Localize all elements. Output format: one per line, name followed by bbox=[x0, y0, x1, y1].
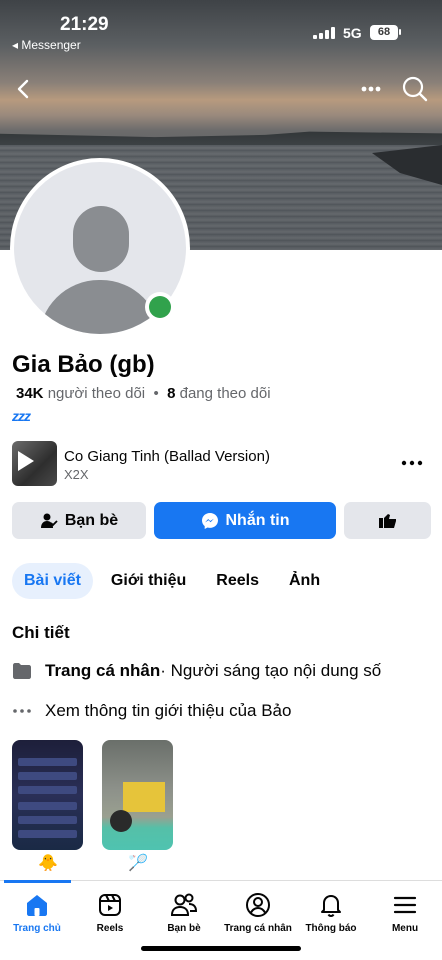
profile-name: Gia Bảo (gb) bbox=[12, 351, 155, 378]
tab-posts[interactable]: Bài viết bbox=[12, 563, 93, 599]
friend-check-icon bbox=[40, 513, 58, 528]
ellipsis-icon bbox=[361, 86, 381, 92]
see-intro-label: Xem thông tin giới thiệu của Bảo bbox=[45, 701, 292, 720]
network-label: 5G bbox=[343, 25, 362, 41]
nav-reels-label: Reels bbox=[96, 923, 124, 934]
friends-button-label: Bạn bè bbox=[64, 511, 119, 529]
stats-separator: • bbox=[153, 385, 159, 402]
reels-icon bbox=[70, 891, 150, 919]
search-icon bbox=[402, 76, 428, 102]
music-title: Co Giang Tinh (Ballad Version) bbox=[64, 448, 270, 465]
featured-story-2[interactable] bbox=[102, 740, 173, 850]
nav-profile[interactable]: Trang cá nhân bbox=[218, 891, 298, 934]
thumbs-up-icon bbox=[378, 513, 396, 528]
friends-icon bbox=[144, 891, 224, 919]
following-label[interactable]: đang theo dõi bbox=[180, 385, 271, 402]
back-to-app-link[interactable]: ◂ Messenger bbox=[12, 38, 81, 52]
nav-menu-label: Menu bbox=[391, 923, 419, 934]
featured-2-emoji: 🏸 bbox=[128, 855, 148, 872]
following-count[interactable]: 8 bbox=[167, 385, 175, 402]
online-status-dot bbox=[145, 292, 175, 322]
status-time: 21:29 bbox=[60, 14, 109, 35]
nav-menu[interactable]: Menu bbox=[365, 891, 442, 934]
ellipsis-icon bbox=[401, 460, 423, 466]
music-artist: X2X bbox=[64, 467, 89, 482]
nav-notifications-label: Thông báo bbox=[305, 923, 357, 934]
tab-about[interactable]: Giới thiệu bbox=[99, 563, 198, 599]
featured-1-emoji: 🐥 bbox=[38, 855, 58, 872]
detail-page-type: Trang cá nhân · Người sáng tạo nội dung … bbox=[12, 659, 381, 683]
nav-friends[interactable]: Bạn bè bbox=[144, 891, 224, 934]
menu-icon bbox=[365, 891, 442, 919]
follow-stats: 34K người theo dõi • 8 đang theo dõi bbox=[16, 385, 271, 402]
ellipsis-icon bbox=[12, 701, 32, 721]
status-bar: 21:29 ◂ Messenger 5G 68 bbox=[0, 0, 442, 60]
battery-cap bbox=[399, 29, 401, 35]
profile-music[interactable]: Co Giang Tinh (Ballad Version) X2X bbox=[12, 441, 432, 487]
see-intro-link[interactable]: Xem thông tin giới thiệu của Bảo bbox=[12, 699, 291, 723]
like-button[interactable] bbox=[344, 502, 431, 539]
page-type-label: Trang cá nhân bbox=[45, 661, 161, 680]
tab-photos[interactable]: Ảnh bbox=[277, 563, 332, 599]
profile-tabs: Bài viết Giới thiệu Reels Ảnh bbox=[12, 563, 332, 599]
home-indicator[interactable] bbox=[141, 946, 301, 951]
home-icon bbox=[0, 891, 77, 919]
featured-story-1[interactable] bbox=[12, 740, 83, 850]
story-person-image bbox=[110, 810, 132, 832]
cover-horizon bbox=[0, 131, 442, 147]
play-icon bbox=[18, 451, 34, 471]
friends-button[interactable]: Bạn bè bbox=[12, 502, 146, 539]
search-button[interactable] bbox=[400, 74, 430, 104]
profile-icon bbox=[218, 891, 298, 919]
bell-icon bbox=[291, 891, 371, 919]
back-button[interactable] bbox=[12, 74, 38, 104]
page-category: · Người sáng tạo nội dung số bbox=[160, 661, 382, 680]
story-sign-image bbox=[123, 782, 165, 812]
details-title: Chi tiết bbox=[12, 623, 70, 642]
tab-reels[interactable]: Reels bbox=[204, 563, 271, 599]
message-button[interactable]: Nhắn tin bbox=[154, 502, 336, 539]
music-more-button[interactable] bbox=[400, 453, 424, 473]
messenger-icon bbox=[201, 512, 218, 529]
signal-icon bbox=[313, 27, 335, 39]
nav-friends-label: Bạn bè bbox=[167, 923, 201, 934]
nav-home-label: Trang chủ bbox=[13, 923, 61, 934]
page-flag-icon bbox=[12, 661, 32, 681]
more-options-button[interactable] bbox=[356, 74, 386, 104]
music-cover-art[interactable] bbox=[12, 441, 57, 486]
battery-icon: 68 bbox=[370, 25, 398, 40]
nav-reels[interactable]: Reels bbox=[70, 891, 150, 934]
followers-count[interactable]: 34K bbox=[16, 385, 44, 402]
chevron-left-icon bbox=[17, 79, 29, 99]
sleeping-status-icon: zzz bbox=[12, 408, 31, 424]
nav-active-indicator bbox=[4, 880, 71, 883]
message-button-label: Nhắn tin bbox=[225, 511, 290, 529]
nav-home[interactable]: Trang chủ bbox=[0, 891, 77, 934]
nav-profile-label: Trang cá nhân bbox=[224, 923, 292, 934]
nav-notifications[interactable]: Thông báo bbox=[291, 891, 371, 934]
followers-label[interactable]: người theo dõi bbox=[48, 385, 145, 402]
